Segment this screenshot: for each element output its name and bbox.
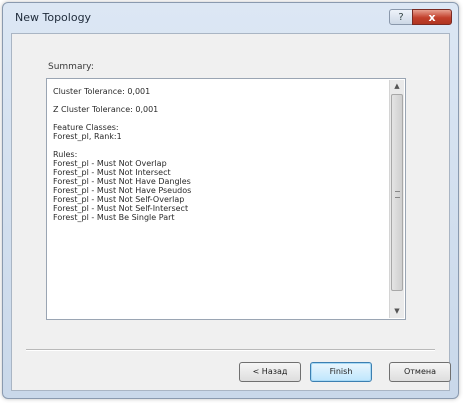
title-bar[interactable]: New Topology ? x xyxy=(3,3,458,33)
grip-icon xyxy=(395,191,400,198)
summary-line: Forest_pl - Must Not Intersect xyxy=(53,168,171,177)
summary-line: Forest_pl - Must Not Have Pseudos xyxy=(53,186,192,195)
summary-text: Cluster Tolerance: 0,001 Z Cluster Toler… xyxy=(53,87,383,231)
summary-line: Forest_pl - Must Not Self-Overlap xyxy=(53,195,185,204)
summary-textbox[interactable]: Cluster Tolerance: 0,001 Z Cluster Toler… xyxy=(46,78,406,320)
finish-button[interactable]: Finish xyxy=(310,362,372,382)
help-button[interactable]: ? xyxy=(389,9,413,25)
summary-line: Forest_pl - Must Be Single Part xyxy=(53,213,175,222)
close-button[interactable]: x xyxy=(412,9,452,25)
summary-paragraph: Feature Classes: Forest_pl, Rank:1 xyxy=(53,123,383,141)
cancel-button[interactable]: Отмена xyxy=(389,362,451,382)
separator xyxy=(26,349,435,351)
window-title: New Topology xyxy=(15,11,92,24)
scroll-thumb[interactable] xyxy=(391,94,403,291)
summary-line: Forest_pl, Rank:1 xyxy=(53,132,122,141)
scroll-down-icon[interactable]: ▼ xyxy=(390,305,404,318)
back-button[interactable]: < Назад xyxy=(239,362,301,382)
summary-line: Rules: xyxy=(53,150,78,159)
summary-line: Z Cluster Tolerance: 0,001 xyxy=(53,105,159,114)
summary-line: Cluster Tolerance: 0,001 xyxy=(53,87,151,96)
summary-line: Feature Classes: xyxy=(53,123,119,132)
summary-line: Forest_pl - Must Not Overlap xyxy=(53,159,167,168)
summary-paragraph: Rules: Forest_pl - Must Not Overlap Fore… xyxy=(53,150,383,222)
vertical-scrollbar[interactable]: ▲ ▼ xyxy=(389,80,404,318)
summary-line: Forest_pl - Must Not Self-Intersect xyxy=(53,204,189,213)
scroll-up-icon[interactable]: ▲ xyxy=(390,80,404,93)
close-icon: x xyxy=(428,11,436,24)
summary-paragraph: Cluster Tolerance: 0,001 xyxy=(53,87,383,96)
summary-paragraph: Z Cluster Tolerance: 0,001 xyxy=(53,105,383,114)
summary-line: Forest_pl - Must Not Have Dangles xyxy=(53,177,191,186)
dialog-window: New Topology ? x Summary: Cluster Tolera… xyxy=(2,2,459,399)
summary-label: Summary: xyxy=(48,62,94,72)
dialog-content: Summary: Cluster Tolerance: 0,001 Z Clus… xyxy=(11,33,451,391)
